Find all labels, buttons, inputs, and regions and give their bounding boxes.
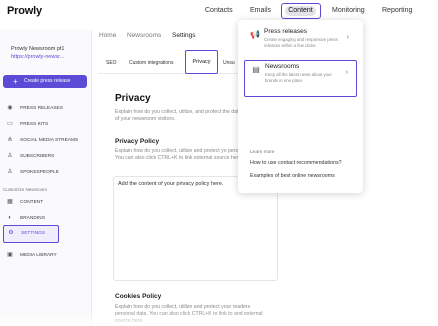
gear-icon: ⚙ — [8, 230, 14, 236]
newsroom-url[interactable]: https://prowly-newsr... — [11, 54, 64, 60]
megaphone-icon: 📢 — [250, 30, 260, 39]
chevron-right-icon: › — [346, 34, 349, 41]
content-dropdown-menu: 📢 Press releases Create engaging and res… — [238, 20, 363, 193]
learn-more-heading: Learn more — [250, 150, 275, 155]
sidebar-item-press-kits[interactable]: ▭ PRESS KITS — [3, 119, 87, 130]
user-icon: ♙ — [7, 153, 13, 159]
breadcrumb-newsrooms[interactable]: Newsrooms — [127, 32, 161, 39]
menu-item-title: Press releases — [264, 28, 307, 35]
newsroom-icon: ▤ — [252, 65, 260, 74]
sidebar-item-label: MEDIA LIBRARY — [20, 253, 57, 258]
link-best-newsrooms[interactable]: Examples of best online newsrooms — [250, 173, 335, 179]
image-icon: ▣ — [7, 252, 13, 258]
sidebar-item-label: SETTINGS — [21, 231, 45, 236]
sidebar-item-label: SOCIAL MEDIA STREAMS — [20, 138, 79, 143]
eye-icon: ◉ — [7, 105, 13, 111]
sidebar: Prowly Newsroom pt1 https://prowly-newsr… — [0, 30, 92, 326]
sidebar-item-label: BRANDING — [20, 216, 46, 221]
nav-reporting[interactable]: Reporting — [382, 7, 412, 14]
breadcrumb-home[interactable]: Home — [99, 32, 116, 39]
link-contact-recommendations[interactable]: How to use contact recommendations? — [250, 160, 342, 166]
nav-emails[interactable]: Emails — [250, 7, 271, 14]
nav-contacts[interactable]: Contacts — [205, 7, 233, 14]
page-title: Privacy — [115, 93, 151, 104]
nav-content[interactable]: Content — [285, 6, 316, 16]
sidebar-item-label: SUBSCRIBERS — [20, 154, 55, 159]
sidebar-item-label: PRESS RELEASES — [20, 106, 63, 111]
palette-icon: ◐ — [8, 215, 12, 221]
customize-newsroom-heading: Customize Newsroom — [3, 187, 48, 192]
cookies-policy-heading: Cookies Policy — [115, 293, 162, 300]
plus-icon: + — [13, 77, 18, 86]
sidebar-item-spokespeople[interactable]: ♙ SPOKESPEOPLE — [3, 167, 87, 178]
folder-icon: ▭ — [7, 121, 13, 127]
nav-content-highlight: Content — [281, 3, 321, 19]
sidebar-item-content[interactable]: ▦ CONTENT — [3, 197, 87, 208]
create-press-release-button[interactable]: + Create press release — [3, 75, 87, 88]
sidebar-item-label: PRESS KITS — [20, 122, 49, 127]
tab-custom-integrations[interactable]: Custom integrations — [129, 60, 173, 66]
menu-item-title: Newsrooms — [265, 63, 300, 70]
menu-item-description: Create engaging and responsive press rel… — [264, 37, 338, 48]
privacy-policy-placeholder: Add the content of your privacy policy h… — [118, 181, 224, 187]
bottom-fade — [0, 312, 438, 326]
sidebar-item-settings[interactable]: ⚙ SETTINGS — [3, 225, 59, 243]
top-navigation-bar: Prowly Contacts Emails Content Monitorin… — [0, 0, 438, 24]
tab-unsubscribe[interactable]: Unsu — [223, 60, 235, 66]
sidebar-item-label: CONTENT — [20, 200, 44, 205]
menu-item-press-releases[interactable]: 📢 Press releases Create engaging and res… — [244, 26, 357, 62]
share-icon: ⋔ — [7, 137, 13, 143]
create-button-label: Create press release — [24, 78, 71, 84]
breadcrumb-settings: Settings — [172, 32, 196, 39]
privacy-policy-heading: Privacy Policy — [115, 138, 160, 145]
page-description: Explain how do you collect, utilize, and… — [115, 109, 242, 122]
sidebar-item-branding[interactable]: ◐ BRANDING — [3, 213, 87, 224]
prowly-logo[interactable]: Prowly — [7, 5, 42, 17]
user-icon: ♙ — [7, 169, 13, 175]
nav-monitoring[interactable]: Monitoring — [332, 7, 365, 14]
sidebar-item-subscribers[interactable]: ♙ SUBSCRIBERS — [3, 151, 87, 162]
chevron-right-icon: › — [345, 69, 348, 76]
tab-seo[interactable]: SEO — [106, 60, 117, 66]
menu-item-newsrooms[interactable]: ▤ Newsrooms Keep all the latest news abo… — [244, 60, 357, 97]
newsroom-selector[interactable]: Prowly Newsroom pt1 https://prowly-newsr… — [5, 40, 87, 70]
sidebar-item-press-releases[interactable]: ◉ PRESS RELEASES — [3, 103, 87, 114]
sidebar-item-media-library[interactable]: ▣ MEDIA LIBRARY — [3, 250, 87, 261]
sidebar-item-social-media-streams[interactable]: ⋔ SOCIAL MEDIA STREAMS — [3, 135, 87, 146]
sidebar-item-label: SPOKESPEOPLE — [20, 170, 59, 175]
tab-privacy[interactable]: Privacy — [185, 50, 218, 74]
menu-item-description: Keep all the latest news about your bran… — [265, 72, 332, 83]
newsroom-name: Prowly Newsroom pt1 — [11, 46, 65, 52]
grid-icon: ▦ — [7, 199, 13, 205]
